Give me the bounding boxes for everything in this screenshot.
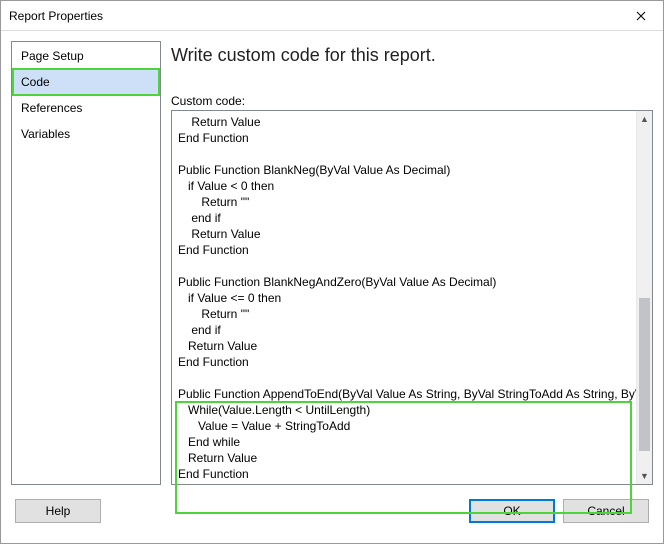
window-title: Report Properties: [9, 9, 618, 23]
vertical-scrollbar[interactable]: ▲ ▼: [636, 111, 652, 484]
ok-button[interactable]: OK: [469, 499, 555, 523]
scroll-track[interactable]: [637, 127, 652, 468]
sidebar-item-variables[interactable]: Variables: [13, 121, 159, 147]
cancel-button[interactable]: Cancel: [563, 499, 649, 523]
scroll-down-arrow-icon[interactable]: ▼: [637, 468, 652, 484]
code-editor-wrap: ▲ ▼: [171, 110, 653, 485]
close-icon: [636, 11, 646, 21]
close-button[interactable]: [618, 1, 663, 31]
sidebar-item-code[interactable]: Code: [13, 69, 159, 95]
sidebar-item-page-setup[interactable]: Page Setup: [13, 43, 159, 69]
sidebar: Page Setup Code References Variables: [11, 41, 161, 485]
dialog-footer: Help OK Cancel: [1, 495, 663, 535]
titlebar: Report Properties: [1, 1, 663, 31]
main-panel: Write custom code for this report. Custo…: [171, 41, 653, 485]
scroll-up-arrow-icon[interactable]: ▲: [637, 111, 652, 127]
custom-code-textarea[interactable]: [172, 111, 636, 484]
dialog-content: Page Setup Code References Variables Wri…: [1, 31, 663, 495]
panel-heading: Write custom code for this report.: [171, 45, 653, 66]
code-label: Custom code:: [171, 94, 653, 108]
scroll-thumb[interactable]: [639, 298, 650, 451]
sidebar-item-references[interactable]: References: [13, 95, 159, 121]
help-button[interactable]: Help: [15, 499, 101, 523]
